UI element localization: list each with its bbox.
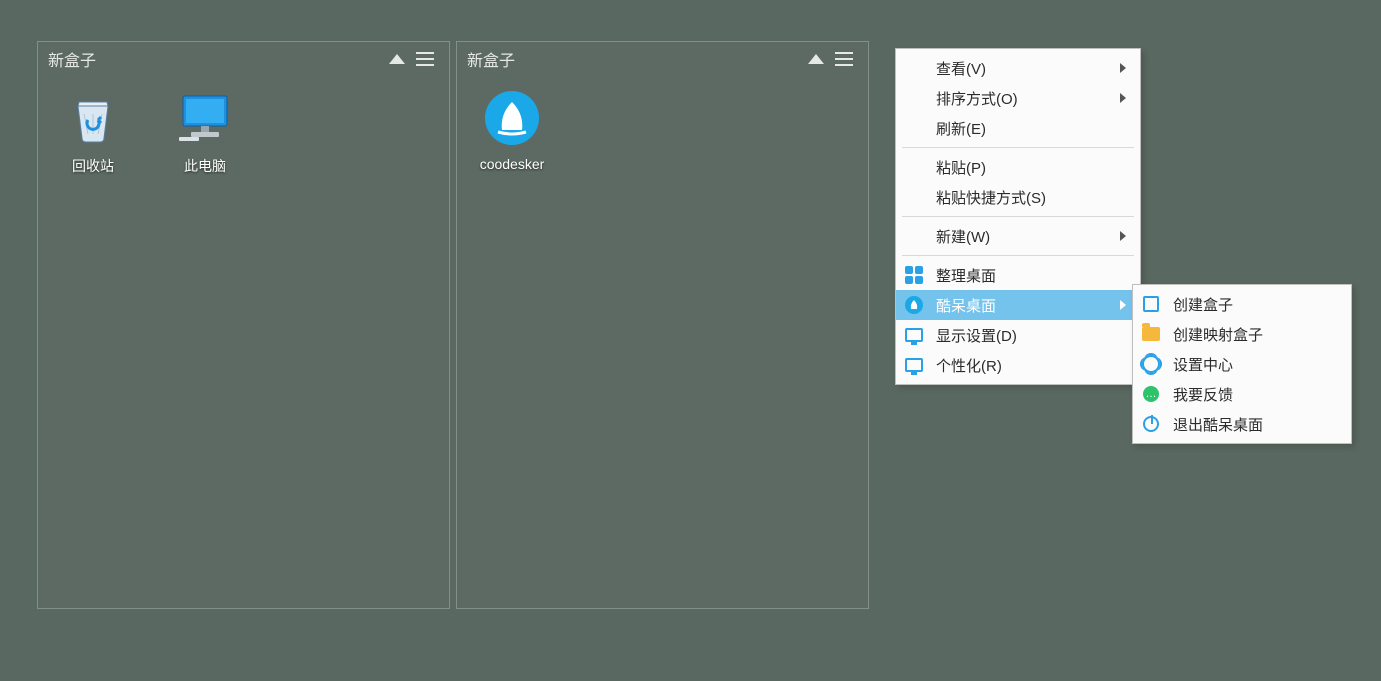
menu-item-personalize[interactable]: 个性化(R) (896, 350, 1140, 380)
menu-item-label: 粘贴快捷方式(S) (936, 187, 1046, 208)
menu-item-paste-shortcut[interactable]: 粘贴快捷方式(S) (896, 182, 1140, 212)
desktop-item-this-pc[interactable]: 此电脑 (160, 90, 250, 176)
menu-item-label: 酷呆桌面 (936, 295, 996, 316)
menu-item-paste[interactable]: 粘贴(P) (896, 152, 1140, 182)
box-body: coodesker (457, 76, 868, 186)
menu-item-refresh[interactable]: 刷新(E) (896, 113, 1140, 143)
collapse-icon[interactable] (802, 54, 830, 64)
context-submenu[interactable]: 创建盒子 创建映射盒子 设置中心 … 我要反馈 退出酷呆桌面 (1132, 284, 1352, 444)
desktop-item-coodesker[interactable]: coodesker (467, 90, 557, 172)
submenu-arrow-icon (1120, 298, 1130, 312)
menu-separator (902, 147, 1134, 148)
menu-separator (902, 216, 1134, 217)
feedback-icon: … (1141, 384, 1161, 404)
desktop-item-recycle-bin[interactable]: 回收站 (48, 90, 138, 176)
square-icon (1141, 294, 1161, 314)
menu-item-label: 整理桌面 (936, 265, 996, 286)
desktop-box-2[interactable]: 新盒子 coodesker (456, 41, 869, 609)
menu-item-label: 显示设置(D) (936, 325, 1017, 346)
desktop-item-label: coodesker (480, 156, 545, 172)
submenu-item-create-box[interactable]: 创建盒子 (1133, 289, 1351, 319)
menu-icon[interactable] (830, 52, 858, 66)
box-title: 新盒子 (467, 47, 802, 71)
menu-item-label: 新建(W) (936, 226, 990, 247)
menu-item-label: 查看(V) (936, 58, 986, 79)
menu-item-view[interactable]: 查看(V) (896, 53, 1140, 83)
desktop-box-1[interactable]: 新盒子 回收站 (37, 41, 450, 609)
menu-item-label: 创建映射盒子 (1173, 324, 1263, 345)
submenu-arrow-icon (1120, 61, 1130, 75)
submenu-arrow-icon (1120, 91, 1130, 105)
menu-separator (902, 255, 1134, 256)
sail-icon (904, 295, 924, 315)
menu-icon[interactable] (411, 52, 439, 66)
menu-item-label: 创建盒子 (1173, 294, 1233, 315)
menu-item-display-settings[interactable]: 显示设置(D) (896, 320, 1140, 350)
folder-icon (1141, 324, 1161, 344)
submenu-arrow-icon (1120, 229, 1130, 243)
this-pc-icon (177, 90, 233, 146)
context-menu[interactable]: 查看(V) 排序方式(O) 刷新(E) 粘贴(P) 粘贴快捷方式(S) 新建(W… (895, 48, 1141, 385)
menu-item-organize-desktop[interactable]: 整理桌面 (896, 260, 1140, 290)
desktop-item-label: 回收站 (72, 156, 114, 176)
menu-item-label: 退出酷呆桌面 (1173, 414, 1263, 435)
grid-icon (904, 265, 924, 285)
box-header: 新盒子 (457, 42, 868, 76)
gear-icon (1141, 354, 1161, 374)
submenu-item-create-mapping-box[interactable]: 创建映射盒子 (1133, 319, 1351, 349)
menu-item-coodesker[interactable]: 酷呆桌面 (896, 290, 1140, 320)
collapse-icon[interactable] (383, 54, 411, 64)
menu-item-label: 我要反馈 (1173, 384, 1233, 405)
menu-item-label: 个性化(R) (936, 355, 1002, 376)
submenu-item-feedback[interactable]: … 我要反馈 (1133, 379, 1351, 409)
menu-item-label: 排序方式(O) (936, 88, 1018, 109)
box-header: 新盒子 (38, 42, 449, 76)
submenu-item-settings[interactable]: 设置中心 (1133, 349, 1351, 379)
menu-item-sort[interactable]: 排序方式(O) (896, 83, 1140, 113)
recycle-bin-icon (65, 90, 121, 146)
menu-item-label: 刷新(E) (936, 118, 986, 139)
monitor-picture-icon (904, 355, 924, 375)
menu-item-label: 粘贴(P) (936, 157, 986, 178)
box-title: 新盒子 (48, 47, 383, 71)
desktop-item-label: 此电脑 (184, 156, 226, 176)
coodesker-icon (484, 90, 540, 146)
monitor-icon (904, 325, 924, 345)
box-body: 回收站 此电脑 (38, 76, 449, 190)
submenu-item-exit[interactable]: 退出酷呆桌面 (1133, 409, 1351, 439)
menu-item-label: 设置中心 (1173, 354, 1233, 375)
power-icon (1141, 414, 1161, 434)
menu-item-new[interactable]: 新建(W) (896, 221, 1140, 251)
